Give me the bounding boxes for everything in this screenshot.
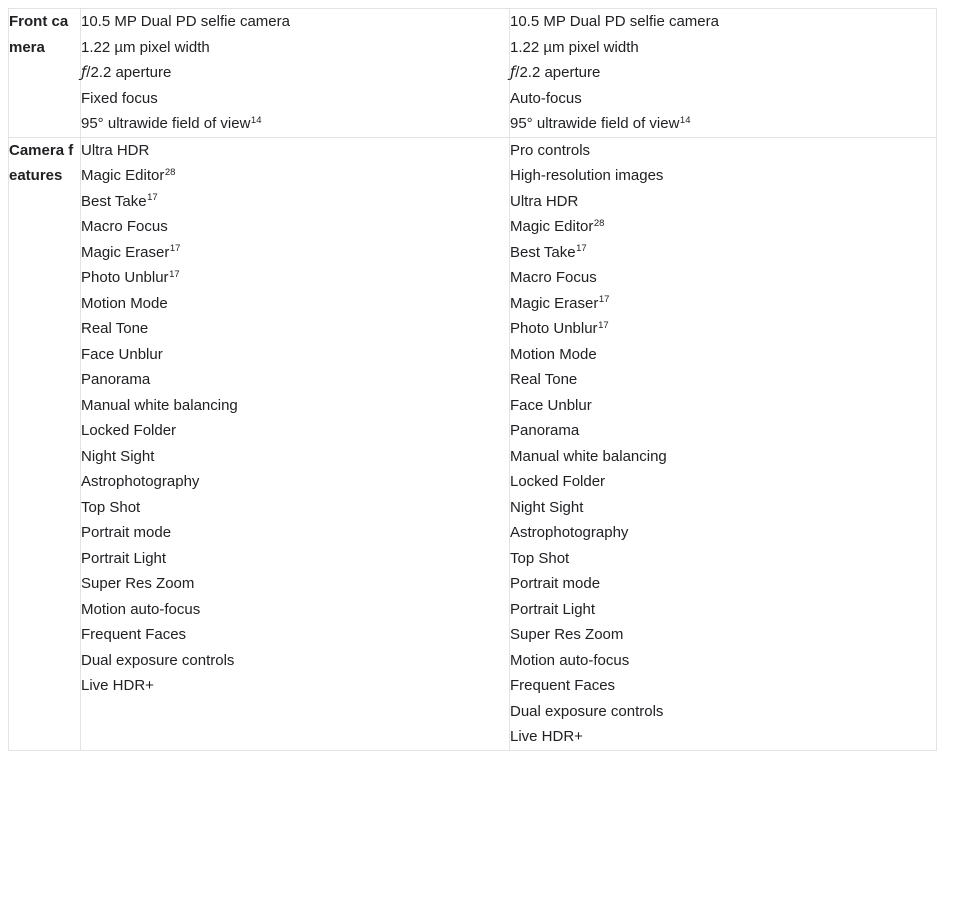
spec-item: Portrait Light (81, 549, 167, 567)
spec-list-camera-features-a: Ultra HDR Magic Editor28 Best Take17 Macro … (81, 138, 509, 699)
spec-item: 1.22 µm pixel width (81, 38, 210, 56)
specs-comparison-table: Front camera 10.5 MP Dual PD selfie came… (8, 8, 937, 751)
spec-item: Auto-focus (510, 89, 582, 107)
cell-front-camera-device-b: 10.5 MP Dual PD selfie camera 1.22 µm pix… (509, 8, 937, 138)
footnote-marker: 17 (169, 243, 181, 255)
florin-glyph: ƒ (81, 63, 87, 81)
spec-item: 10.5 MP Dual PD selfie camera (510, 13, 719, 30)
spec-item: Photo Unblur17 (81, 268, 180, 286)
spec-item: Live HDR+ (81, 677, 154, 694)
table-row-camera-features: Camera features Ultra HDR Magic Editor28 B… (8, 136, 937, 751)
spec-item: Locked Folder (81, 422, 177, 439)
spec-item: Portrait mode (81, 524, 172, 541)
spec-item: Top Shot (510, 549, 570, 567)
spec-item: Night Sight (510, 498, 584, 516)
spec-item: Frequent Faces (81, 626, 187, 643)
footnote-marker: 28 (164, 166, 176, 178)
spec-item: Motion Mode (510, 345, 597, 363)
footnote-marker: 17 (169, 268, 180, 280)
spec-item: Motion auto-focus (510, 651, 630, 669)
footnote-marker: 14 (250, 114, 262, 126)
spec-item: Panorama (81, 371, 151, 388)
spec-item: 95° ultrawide field of view14 (510, 114, 691, 132)
spec-item: Dual exposure controls (510, 702, 664, 720)
spec-item: Fixed focus (81, 89, 158, 107)
spec-item: Portrait mode (510, 575, 601, 592)
spec-item: Magic Editor28 (81, 166, 176, 184)
spec-item: ƒ/2.2 aperture (510, 63, 601, 81)
spec-item: Magic Editor28 (510, 217, 605, 235)
spec-item: Photo Unblur17 (510, 319, 609, 337)
spec-item: Frequent Faces (510, 677, 616, 694)
spec-item: Pro controls (510, 141, 591, 159)
spec-item: Real Tone (81, 320, 149, 337)
footnote-marker: 17 (598, 294, 610, 306)
spec-item: Top Shot (81, 498, 141, 516)
spec-item: Motion auto-focus (81, 600, 201, 618)
spec-item: Manual white balancing (81, 396, 238, 414)
spec-item: Ultra HDR (510, 192, 579, 210)
footnote-marker: 17 (598, 319, 609, 331)
spec-item: Face Unblur (81, 345, 163, 363)
spec-item: Face Unblur (510, 396, 592, 414)
spec-item: Real Tone (510, 371, 578, 388)
spec-item: Portrait Light (510, 600, 596, 618)
cell-front-camera-device-a: 10.5 MP Dual PD selfie camera 1.22 µm pix… (80, 8, 510, 138)
footnote-marker: 28 (593, 217, 605, 229)
spec-item: Astrophotography (510, 524, 629, 541)
spec-item: Panorama (510, 422, 580, 439)
spec-item: 10.5 MP Dual PD selfie camera (81, 13, 290, 30)
spec-item: Night Sight (81, 447, 155, 465)
table-body: Front camera 10.5 MP Dual PD selfie came… (8, 8, 937, 751)
spec-item: Ultra HDR (81, 141, 150, 159)
row-header-front-camera: Front camera (8, 8, 81, 138)
spec-item: Super Res Zoom (510, 626, 624, 643)
cell-camera-features-device-a: Ultra HDR Magic Editor28 Best Take17 Macro … (80, 136, 510, 751)
table-row-front-camera: Front camera 10.5 MP Dual PD selfie came… (8, 8, 937, 138)
spec-item: Motion Mode (81, 294, 168, 312)
spec-item: Live HDR+ (510, 728, 583, 745)
spec-item: Manual white balancing (510, 447, 667, 465)
spec-item: High-resolution images (510, 167, 664, 184)
spec-list-camera-features-b: Pro controls High-resolution images Ultra … (510, 138, 936, 750)
spec-item: Astrophotography (81, 473, 200, 490)
footnote-marker: 17 (147, 192, 158, 204)
spec-item: 95° ultrawide field of view14 (81, 114, 262, 132)
spec-list-front-camera-a: 10.5 MP Dual PD selfie camera 1.22 µm pix… (81, 9, 509, 137)
spec-item: Super Res Zoom (81, 575, 195, 592)
spec-item: Macro Focus (81, 218, 168, 235)
florin-glyph: ƒ (510, 63, 516, 81)
cell-camera-features-device-b: Pro controls High-resolution images Ultra … (509, 136, 937, 751)
spec-item: ƒ/2.2 aperture (81, 63, 172, 81)
spec-item: Locked Folder (510, 473, 606, 490)
spec-item: Dual exposure controls (81, 651, 235, 669)
spec-item: Best Take17 (510, 243, 587, 261)
spec-item: 1.22 µm pixel width (510, 38, 639, 56)
spec-item: Macro Focus (510, 269, 597, 286)
spec-list-front-camera-b: 10.5 MP Dual PD selfie camera 1.22 µm pix… (510, 9, 936, 137)
footnote-marker: 17 (576, 243, 587, 255)
spec-item: Best Take17 (81, 192, 158, 210)
spec-item: Magic Eraser17 (510, 294, 610, 312)
row-header-camera-features: Camera features (8, 136, 81, 751)
spec-item: Magic Eraser17 (81, 243, 181, 261)
footnote-marker: 14 (679, 114, 691, 126)
